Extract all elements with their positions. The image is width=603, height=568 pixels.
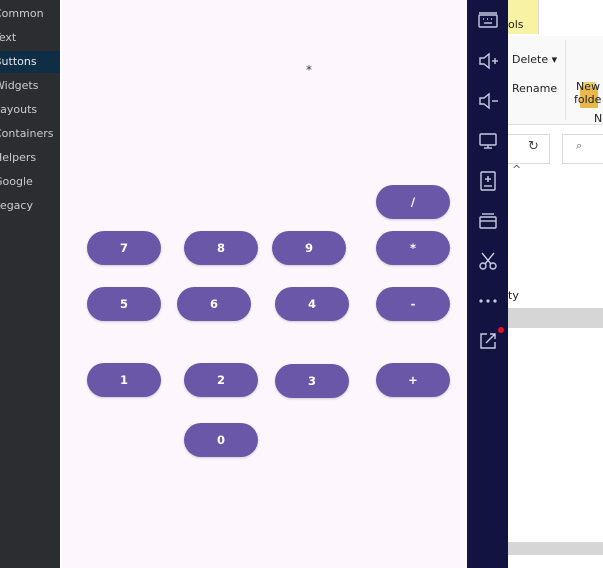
rename-label: Rename: [512, 82, 558, 95]
volume-up-icon: [478, 52, 498, 70]
install-apk-button[interactable]: [473, 168, 502, 194]
external-link-icon: [479, 333, 496, 349]
key-divide[interactable]: /: [376, 185, 450, 219]
new-folder-label-1[interactable]: New: [576, 80, 600, 93]
search-box[interactable]: [562, 134, 603, 164]
display-icon: [478, 133, 497, 149]
delete-label: Delete: [512, 53, 549, 66]
key-minus[interactable]: -: [376, 287, 450, 321]
new-folder-label-2[interactable]: folde: [574, 93, 601, 106]
horizontal-scrollbar[interactable]: [508, 542, 603, 555]
delete-button[interactable]: Delete ▾: [512, 53, 557, 66]
calculator-display: *: [306, 63, 312, 77]
rename-button[interactable]: Rename: [512, 82, 557, 95]
key-6[interactable]: 6: [177, 287, 251, 321]
more-button[interactable]: [473, 287, 502, 313]
key-multiply[interactable]: *: [376, 231, 450, 265]
key-7[interactable]: 7: [87, 231, 161, 265]
key-9[interactable]: 9: [272, 231, 346, 265]
palette-panel: Common Text Buttons Widgets Layouts Cont…: [0, 0, 60, 568]
key-1[interactable]: 1: [87, 363, 161, 397]
key-plus[interactable]: +: [376, 363, 450, 397]
list-item-text[interactable]: ty: [508, 289, 519, 302]
sort-chevron-icon[interactable]: ^: [512, 163, 521, 176]
key-2[interactable]: 2: [184, 363, 258, 397]
volume-up-button[interactable]: [473, 48, 502, 74]
palette-item-widgets[interactable]: Widgets: [0, 75, 60, 97]
search-icon: ⌕: [576, 139, 583, 152]
palette-item-google[interactable]: Google: [0, 171, 60, 193]
window-button[interactable]: [473, 208, 502, 234]
ribbon: Delete ▾ Rename New folde N: [508, 36, 603, 125]
palette-item-layouts[interactable]: Layouts: [0, 99, 60, 121]
keyboard-icon: [477, 12, 498, 28]
refresh-icon[interactable]: ↻: [528, 139, 539, 154]
calculator-screen: * / 7 8 9 * 5 6 4 - 1 2 3 + 0: [62, 0, 467, 568]
key-5[interactable]: 5: [87, 287, 161, 321]
file-explorer-window: ols Delete ▾ Rename New folde N ↻ ⌕ ^ ty: [508, 0, 603, 568]
ribbon-group-label: N: [594, 112, 603, 125]
volume-down-icon: [478, 92, 498, 110]
tools-tab-label: ols: [508, 18, 524, 31]
palette-item-text[interactable]: Text: [0, 27, 60, 49]
key-4[interactable]: 4: [275, 287, 349, 321]
window-icon: [478, 213, 497, 229]
selected-row[interactable]: [508, 308, 603, 328]
palette-item-helpers[interactable]: Helpers: [0, 147, 60, 169]
palette-item-legacy[interactable]: Legacy: [0, 195, 60, 217]
ribbon-divider: [565, 40, 566, 120]
notification-dot: [498, 327, 504, 333]
keyboard-button[interactable]: [473, 8, 502, 34]
external-link-button[interactable]: [473, 327, 504, 354]
palette-item-containers[interactable]: Containers: [0, 123, 60, 145]
emulator-toolbar: [467, 0, 508, 568]
key-3[interactable]: 3: [275, 364, 349, 398]
cut-icon: [478, 252, 497, 270]
cut-button[interactable]: [473, 248, 502, 274]
display-button[interactable]: [473, 128, 502, 154]
key-8[interactable]: 8: [184, 231, 258, 265]
volume-down-button[interactable]: [473, 88, 502, 114]
key-0[interactable]: 0: [184, 423, 258, 457]
palette-item-common[interactable]: Common: [0, 3, 60, 25]
install-apk-icon: [479, 171, 496, 191]
more-icon: [478, 299, 497, 303]
palette-item-buttons[interactable]: Buttons: [0, 51, 60, 73]
